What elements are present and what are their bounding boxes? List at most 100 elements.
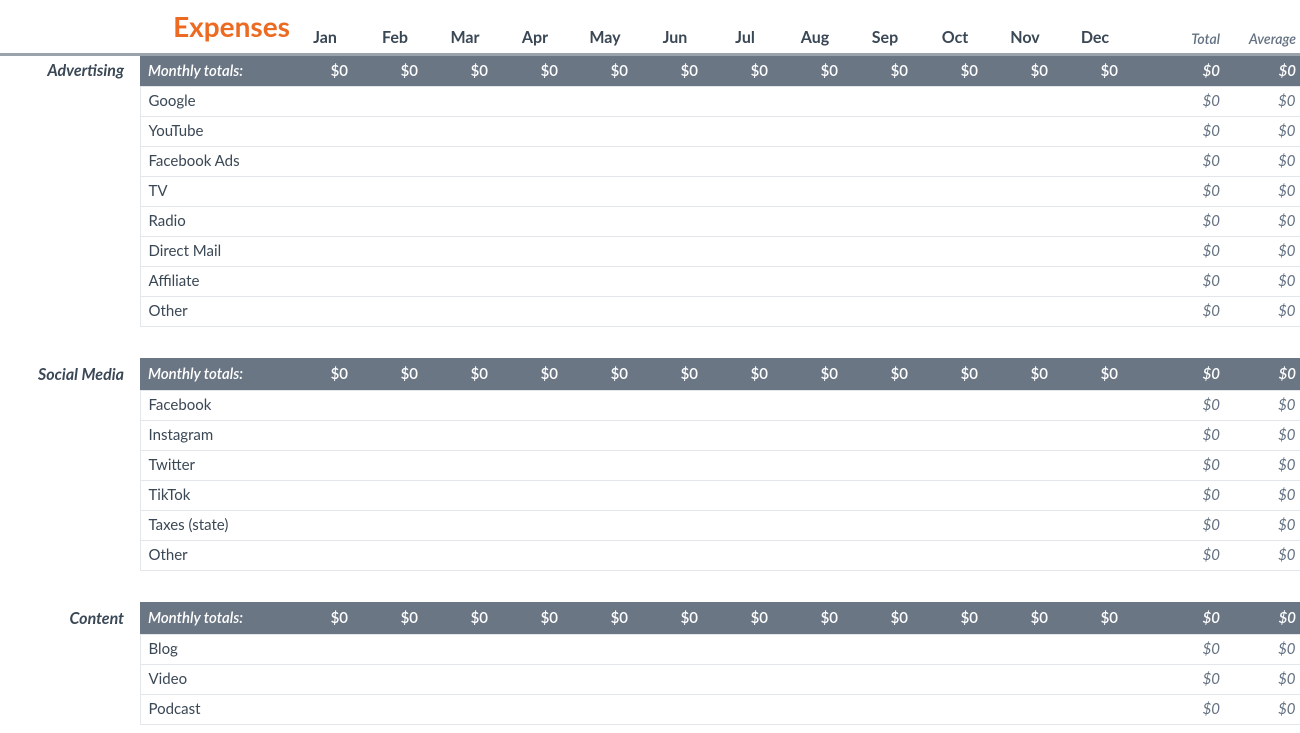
item-month-cell[interactable] (570, 236, 640, 266)
item-month-cell[interactable] (290, 266, 360, 296)
item-month-cell[interactable] (290, 206, 360, 236)
item-month-cell[interactable] (1060, 86, 1130, 116)
item-month-cell[interactable] (430, 420, 500, 450)
item-month-cell[interactable] (710, 634, 780, 664)
item-month-cell[interactable] (710, 86, 780, 116)
item-month-cell[interactable] (780, 236, 850, 266)
item-month-cell[interactable] (360, 694, 430, 724)
item-month-cell[interactable] (640, 420, 710, 450)
item-month-cell[interactable] (710, 176, 780, 206)
item-month-cell[interactable] (430, 86, 500, 116)
item-month-cell[interactable] (360, 116, 430, 146)
item-month-cell[interactable] (290, 236, 360, 266)
item-month-cell[interactable] (640, 86, 710, 116)
item-month-cell[interactable] (990, 664, 1060, 694)
item-month-cell[interactable] (1060, 510, 1130, 540)
item-month-cell[interactable] (640, 390, 710, 420)
item-month-cell[interactable] (710, 206, 780, 236)
item-month-cell[interactable] (850, 146, 920, 176)
item-month-cell[interactable] (500, 480, 570, 510)
item-month-cell[interactable] (1060, 420, 1130, 450)
item-month-cell[interactable] (710, 146, 780, 176)
item-month-cell[interactable] (430, 176, 500, 206)
item-month-cell[interactable] (430, 206, 500, 236)
item-month-cell[interactable] (850, 116, 920, 146)
item-month-cell[interactable] (430, 450, 500, 480)
item-month-cell[interactable] (570, 116, 640, 146)
item-month-cell[interactable] (1060, 146, 1130, 176)
item-month-cell[interactable] (850, 664, 920, 694)
item-month-cell[interactable] (360, 480, 430, 510)
item-month-cell[interactable] (290, 540, 360, 570)
item-month-cell[interactable] (850, 540, 920, 570)
item-month-cell[interactable] (990, 296, 1060, 326)
item-month-cell[interactable] (570, 540, 640, 570)
item-month-cell[interactable] (850, 86, 920, 116)
item-month-cell[interactable] (850, 266, 920, 296)
item-month-cell[interactable] (640, 206, 710, 236)
item-month-cell[interactable] (1060, 206, 1130, 236)
item-month-cell[interactable] (640, 266, 710, 296)
item-month-cell[interactable] (780, 296, 850, 326)
item-month-cell[interactable] (360, 296, 430, 326)
item-month-cell[interactable] (1060, 450, 1130, 480)
item-month-cell[interactable] (640, 480, 710, 510)
item-month-cell[interactable] (500, 296, 570, 326)
item-month-cell[interactable] (780, 86, 850, 116)
item-month-cell[interactable] (430, 664, 500, 694)
item-month-cell[interactable] (430, 694, 500, 724)
item-month-cell[interactable] (1060, 694, 1130, 724)
item-month-cell[interactable] (290, 694, 360, 724)
item-month-cell[interactable] (1060, 480, 1130, 510)
item-month-cell[interactable] (640, 664, 710, 694)
item-month-cell[interactable] (290, 86, 360, 116)
item-month-cell[interactable] (850, 510, 920, 540)
item-month-cell[interactable] (290, 480, 360, 510)
item-month-cell[interactable] (430, 634, 500, 664)
item-month-cell[interactable] (710, 420, 780, 450)
item-month-cell[interactable] (640, 296, 710, 326)
item-month-cell[interactable] (430, 266, 500, 296)
item-month-cell[interactable] (500, 450, 570, 480)
item-month-cell[interactable] (780, 206, 850, 236)
item-month-cell[interactable] (990, 206, 1060, 236)
item-month-cell[interactable] (360, 420, 430, 450)
item-month-cell[interactable] (780, 450, 850, 480)
item-month-cell[interactable] (920, 116, 990, 146)
item-month-cell[interactable] (290, 634, 360, 664)
item-month-cell[interactable] (640, 510, 710, 540)
item-month-cell[interactable] (570, 176, 640, 206)
item-month-cell[interactable] (920, 694, 990, 724)
item-month-cell[interactable] (710, 116, 780, 146)
item-month-cell[interactable] (290, 146, 360, 176)
item-month-cell[interactable] (500, 176, 570, 206)
item-month-cell[interactable] (640, 116, 710, 146)
item-month-cell[interactable] (920, 664, 990, 694)
item-month-cell[interactable] (570, 86, 640, 116)
item-month-cell[interactable] (780, 694, 850, 724)
item-month-cell[interactable] (570, 206, 640, 236)
item-month-cell[interactable] (1060, 634, 1130, 664)
item-month-cell[interactable] (990, 266, 1060, 296)
item-month-cell[interactable] (850, 634, 920, 664)
item-month-cell[interactable] (990, 176, 1060, 206)
item-month-cell[interactable] (990, 480, 1060, 510)
item-month-cell[interactable] (780, 116, 850, 146)
item-month-cell[interactable] (290, 510, 360, 540)
item-month-cell[interactable] (1060, 390, 1130, 420)
item-month-cell[interactable] (850, 176, 920, 206)
item-month-cell[interactable] (780, 634, 850, 664)
item-month-cell[interactable] (920, 206, 990, 236)
item-month-cell[interactable] (360, 86, 430, 116)
item-month-cell[interactable] (920, 176, 990, 206)
item-month-cell[interactable] (990, 116, 1060, 146)
item-month-cell[interactable] (290, 450, 360, 480)
item-month-cell[interactable] (360, 510, 430, 540)
item-month-cell[interactable] (360, 634, 430, 664)
item-month-cell[interactable] (570, 390, 640, 420)
item-month-cell[interactable] (990, 420, 1060, 450)
item-month-cell[interactable] (1060, 176, 1130, 206)
item-month-cell[interactable] (290, 116, 360, 146)
item-month-cell[interactable] (640, 176, 710, 206)
item-month-cell[interactable] (570, 664, 640, 694)
